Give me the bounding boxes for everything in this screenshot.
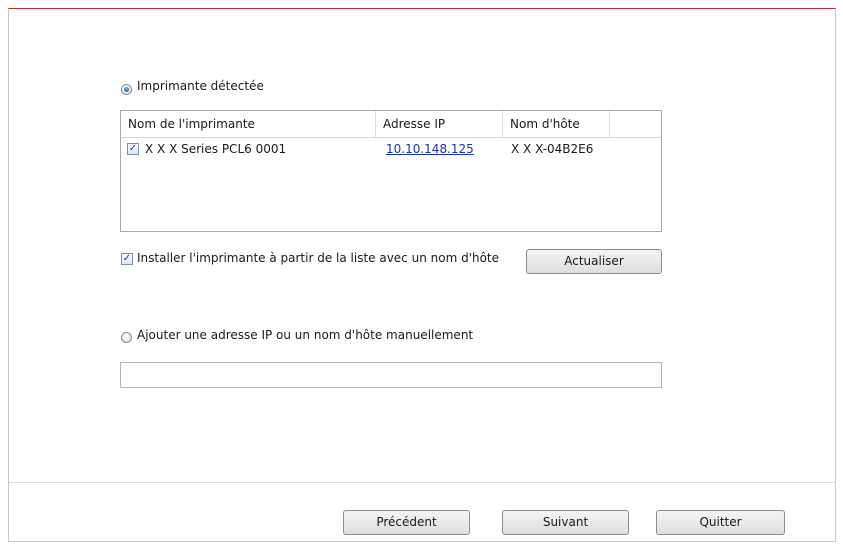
manual-address-input[interactable] (120, 362, 662, 388)
quit-button[interactable]: Quitter (656, 510, 785, 535)
previous-button[interactable]: Précédent (343, 510, 470, 535)
printer-list-header: Nom de l'imprimante Adresse IP Nom d'hôt… (121, 111, 661, 138)
column-filler (610, 111, 661, 137)
footer-divider (9, 482, 835, 483)
refresh-button[interactable]: Actualiser (526, 249, 662, 274)
printer-list[interactable]: Nom de l'imprimante Adresse IP Nom d'hôt… (120, 110, 662, 232)
column-ip-address[interactable]: Adresse IP (376, 111, 503, 137)
detected-printer-radio[interactable] (121, 84, 132, 95)
column-hostname[interactable]: Nom d'hôte (503, 111, 610, 137)
detected-printer-label: Imprimante détectée (137, 79, 264, 93)
next-button[interactable]: Suivant (502, 510, 629, 535)
printer-row-hostname: X X X-04B2E6 (511, 142, 594, 156)
printer-row-checkbox[interactable]: ✓ (127, 143, 139, 155)
column-printer-name[interactable]: Nom de l'imprimante (121, 111, 376, 137)
printer-row[interactable]: ✓ X X X Series PCL6 0001 10.10.148.125 X… (121, 138, 661, 160)
printer-row-name: X X X Series PCL6 0001 (145, 142, 287, 156)
manual-entry-label: Ajouter une adresse IP ou un nom d'hôte … (137, 328, 474, 342)
install-hostname-label: Installer l'imprimante à partir de la li… (137, 251, 500, 265)
installer-window (8, 8, 836, 542)
printer-row-ip-link[interactable]: 10.10.148.125 (386, 138, 474, 160)
manual-entry-radio[interactable] (121, 332, 132, 343)
install-hostname-checkbox[interactable]: ✓ (121, 253, 133, 265)
